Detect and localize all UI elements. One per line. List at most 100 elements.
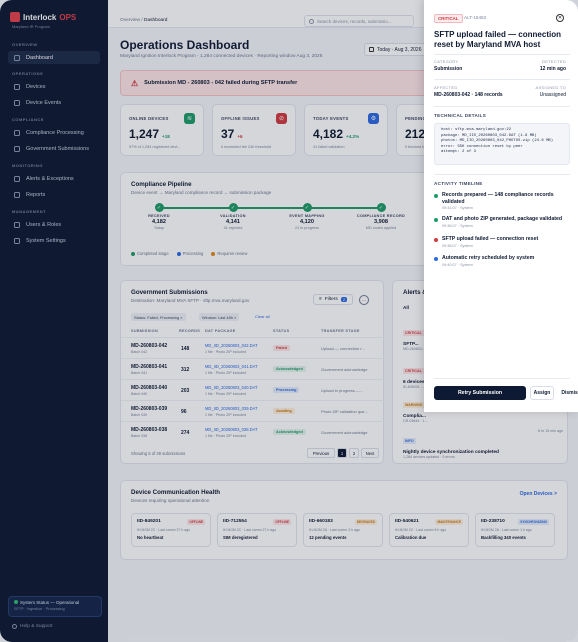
system-status[interactable]: System Status — Operational SFTP · Inges… — [8, 596, 102, 617]
device-card[interactable]: IID-849201 OFFLINE IH-NGM 2C · Last comm… — [131, 513, 211, 547]
sidebar-item-compliance-processing[interactable]: Compliance Processing — [8, 126, 100, 139]
kpi-delta: +18 — [162, 134, 170, 139]
dat-file-meta: 1 file · Photo ZIP included — [205, 413, 247, 417]
date-label: Today · Aug 3, 2026 — [377, 46, 422, 53]
assign-button[interactable]: Assign — [530, 386, 554, 400]
pipeline-stage-validation[interactable]: ✓ VALIDATION 4,141 41 rejected — [205, 203, 261, 230]
pipeline-stage-received[interactable]: ✓ RECEIVED 4,182 Today — [131, 203, 187, 230]
device-status-badge: OFFLINE — [187, 519, 205, 525]
kpi-online-devices[interactable]: ONLINE DEVICES ≋ 1,247 +18 97% of 1,284 r… — [120, 104, 204, 156]
kpi-label: ONLINE DEVICES — [129, 116, 169, 121]
device-message: Calibration due — [395, 535, 427, 540]
timeline-time: 09:31:07 · System — [442, 206, 473, 210]
device-meta: IH-NGM 2A · Last comm 3 h ago — [309, 528, 360, 532]
sidebar-item-settings[interactable]: System Settings — [8, 234, 100, 247]
table-row[interactable]: MD-260803-042 Batch 042 148 MD_IID_20260… — [121, 337, 385, 358]
status-badge: Awaiting — [273, 408, 295, 414]
previous-page-button[interactable]: Previous — [307, 448, 335, 458]
sidebar-item-devices[interactable]: Devices — [8, 80, 100, 93]
next-page-button[interactable]: Next — [361, 448, 379, 458]
filter-chip-status[interactable]: Status: Failed, Processing × — [131, 313, 186, 321]
breadcrumb-root[interactable]: Overview — [120, 18, 140, 23]
timeline-text: Records prepared — 148 compliance record… — [442, 192, 554, 205]
stage-sub: 21 in progress — [294, 226, 320, 230]
alert-severity-badge: WARNING — [403, 402, 425, 408]
kpi-offline-issues[interactable]: OFFLINE ISSUES ⊘ 37 +6 6 exceeded the 24h… — [212, 104, 296, 156]
sidebar-item-label: Reports — [26, 191, 46, 198]
transfer-stage: Government acknowledge — [321, 430, 368, 435]
table-row[interactable]: MD-260803-040 Batch 040 203 MD_IID_20260… — [121, 379, 385, 400]
dat-file-link[interactable]: MD_IID_20260803_039.DAT — [205, 406, 258, 411]
kpi-label: TODAY EVENTS — [313, 116, 349, 121]
breadcrumb-current: Dashboard — [144, 18, 168, 23]
clear-filters-link[interactable]: Clear all — [255, 314, 270, 319]
device-card[interactable]: IID-712554 OFFLINE IH-NGM 2C · Last comm… — [217, 513, 297, 547]
compliance-pipeline-card: Compliance Pipeline Device event → Maryl… — [120, 172, 450, 266]
kpi-today-events[interactable]: TODAY EVENTS ⚙ 4,182 +4.2% 41 failed vali… — [304, 104, 388, 156]
submission-id: MD-260803-042 — [131, 343, 168, 349]
alert-item[interactable]: INFO 6 hr 15 min ago Nightly device sync… — [403, 429, 563, 459]
system-status-title: System Status — Operational — [20, 600, 80, 605]
pipeline-stage-event-mapping[interactable]: ✓ EVENT MAPPING 4,120 21 in progress — [279, 203, 335, 230]
page-2-button[interactable]: 2 — [349, 448, 359, 458]
kpi-value: 4,182 — [313, 127, 344, 141]
tab-all[interactable]: All — [403, 305, 409, 310]
help-icon — [12, 624, 17, 629]
sidebar-item-reports[interactable]: Reports — [8, 188, 100, 201]
more-options-icon[interactable]: ⋯ — [359, 295, 369, 305]
retry-submission-button[interactable]: Retry Submission — [434, 386, 526, 400]
device-message: 12 pending events — [309, 535, 347, 540]
table-row[interactable]: MD-260803-039 Batch 039 96 MD_IID_202608… — [121, 400, 385, 421]
sidebar-item-users[interactable]: Users & Roles — [8, 218, 100, 231]
transfer-stage: Photo ZIP validation que... — [321, 409, 368, 414]
divider — [434, 54, 570, 55]
device-card[interactable]: IID-540621 MAINTENANCE IH-NGM 2C · Last … — [389, 513, 469, 547]
legend-processing: Processing — [176, 251, 203, 256]
sidebar-item-device-events[interactable]: Device Events — [8, 96, 100, 109]
filters-label: Filters — [324, 297, 338, 302]
help-link[interactable]: Help & Support — [12, 624, 53, 629]
submission-records: 148 — [181, 346, 190, 352]
nav-section-operations: OPERATIONS — [12, 71, 44, 76]
search-input[interactable]: Search devices, records, submissio... — [304, 15, 414, 27]
device-card[interactable]: IID-238710 SYNCHRONIZING IH-NGM 2A · Las… — [475, 513, 555, 547]
device-meta: IH-NGM 2A · Last comm 1 h ago — [481, 528, 532, 532]
check-icon: ✓ — [376, 203, 386, 212]
breadcrumb: Overview / Dashboard — [120, 18, 168, 23]
dat-file-link[interactable]: MD_IID_20260803_042.DAT — [205, 343, 258, 348]
status-badge: Acknowledged — [273, 429, 306, 435]
page-1-button[interactable]: 1 — [337, 448, 347, 458]
sidebar-item-alerts[interactable]: Alerts & Exceptions — [8, 172, 100, 185]
submission-batch: Batch 038 — [131, 434, 148, 438]
filter-chip-window[interactable]: Window: Last 48h × — [199, 313, 240, 321]
sidebar-item-government-submissions[interactable]: Government Submissions — [8, 142, 100, 155]
status-badge: Processing — [273, 387, 300, 393]
dismiss-button[interactable]: Dismiss — [557, 386, 578, 400]
calendar-icon — [369, 47, 374, 52]
stage-value: 4,120 — [300, 219, 314, 225]
sidebar: Interlock OPS Maryland IR Program OVERVIE… — [0, 0, 108, 642]
column-header-transfer-stage: TRANSFER STAGE — [321, 329, 360, 333]
timeline-time: 09:38:07 · System — [442, 244, 473, 248]
column-header-status: STATUS — [273, 329, 290, 333]
table-row[interactable]: MD-260803-041 Batch 041 312 MD_IID_20260… — [121, 358, 385, 379]
help-label: Help & Support — [20, 624, 53, 629]
table-row[interactable]: MD-260803-038 Batch 038 274 MD_IID_20260… — [121, 421, 385, 442]
stage-label: COMPLIANCE RECORD — [356, 214, 406, 218]
alert-banner[interactable]: ⚠ Submission MD - 260803 - 042 failed dur… — [120, 70, 440, 96]
open-devices-link[interactable]: Open Devices > — [520, 491, 557, 497]
dat-file-link[interactable]: MD_IID_20260803_041.DAT — [205, 364, 258, 369]
pipeline-stage-compliance-record[interactable]: ✓ COMPLIANCE RECORD 3,908 MD codes appli… — [353, 203, 409, 230]
timeline-dot-icon — [434, 238, 438, 242]
filters-button[interactable]: ≡ Filters 2 — [313, 294, 353, 305]
dat-file-link[interactable]: MD_IID_20260803_038.DAT — [205, 427, 258, 432]
detected-value: 12 min ago — [539, 66, 566, 72]
device-card[interactable]: IID-660183 DEGRADED IH-NGM 2A · Last com… — [303, 513, 383, 547]
submission-batch: Batch 039 — [131, 413, 148, 417]
close-icon[interactable]: ✕ — [556, 14, 564, 22]
sidebar-item-dashboard[interactable]: Dashboard — [8, 51, 100, 64]
warning-icon: ⚠ — [131, 78, 139, 88]
submission-id: MD-260803-038 — [131, 427, 168, 433]
dat-file-link[interactable]: MD_IID_20260803_040.DAT — [205, 385, 258, 390]
alerts-icon — [14, 175, 20, 182]
